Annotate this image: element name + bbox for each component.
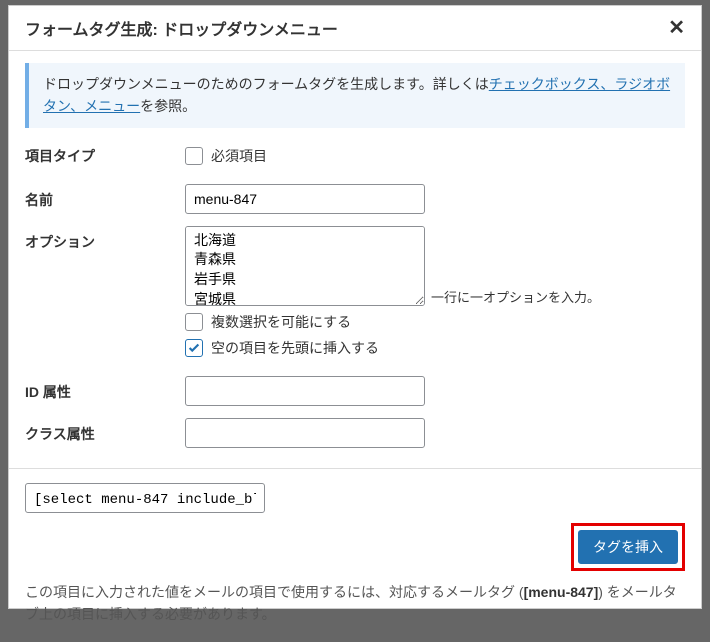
options-label: オプション: [25, 226, 185, 252]
form-body: 項目タイプ 必須項目 名前 オプション 北海道 青森県 岩手県 宮城県 一行に一…: [9, 140, 701, 448]
mail-tag: [menu-847]: [524, 584, 599, 600]
include-blank-label: 空の項目を先頭に挿入する: [211, 338, 379, 358]
multiple-label: 複数選択を可能にする: [211, 312, 351, 332]
info-notice: ドロップダウンメニューのためのフォームタグを生成します。詳しくはチェックボックス…: [25, 63, 685, 128]
id-attr-input[interactable]: [185, 376, 425, 406]
class-attr-input[interactable]: [185, 418, 425, 448]
class-attr-label: クラス属性: [25, 418, 185, 444]
close-icon[interactable]: ✕: [668, 18, 685, 38]
form-tag-generator-modal: フォームタグ生成: ドロップダウンメニュー ✕ ドロップダウンメニューのためのフ…: [8, 5, 702, 609]
modal-footer: タグを挿入: [9, 468, 701, 571]
help-text: この項目に入力された値をメールの項目で使用するには、対応するメールタグ ([me…: [9, 571, 701, 642]
modal-title: フォームタグ生成: ドロップダウンメニュー: [25, 16, 338, 40]
required-checkbox[interactable]: [185, 147, 203, 165]
insert-tag-button[interactable]: タグを挿入: [578, 530, 678, 564]
required-label: 必須項目: [211, 146, 267, 166]
generated-tag-input[interactable]: [25, 483, 265, 513]
multiple-checkbox[interactable]: [185, 313, 203, 331]
options-hint: 一行に一オプションを入力。: [431, 287, 600, 306]
include-blank-checkbox[interactable]: [185, 339, 203, 357]
id-attr-label: ID 属性: [25, 376, 185, 402]
options-textarea[interactable]: 北海道 青森県 岩手県 宮城県: [185, 226, 425, 306]
insert-highlight: タグを挿入: [571, 523, 685, 571]
modal-header: フォームタグ生成: ドロップダウンメニュー ✕: [9, 6, 701, 51]
name-label: 名前: [25, 184, 185, 210]
name-input[interactable]: [185, 184, 425, 214]
field-type-label: 項目タイプ: [25, 140, 185, 166]
